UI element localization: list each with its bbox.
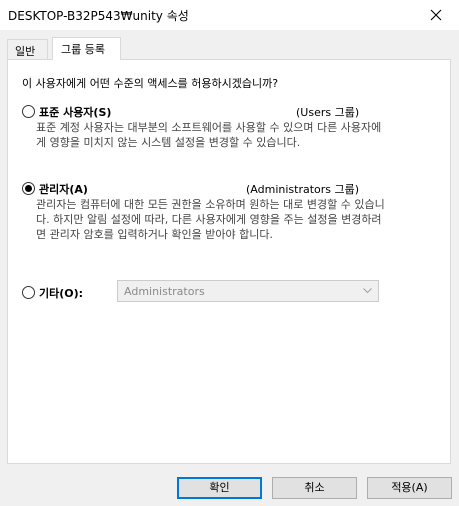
apply-button[interactable]: 적용(A) xyxy=(367,477,452,499)
other-group-select-value: Administrators xyxy=(124,285,205,298)
tab-bar: 일반 그룹 등록 xyxy=(0,30,459,60)
tab-group-membership[interactable]: 그룹 등록 xyxy=(52,37,121,60)
cancel-button[interactable]: 취소 xyxy=(272,477,357,499)
window-title: DESKTOP-B32P543₩unity 속성 xyxy=(8,9,189,23)
title-bar: DESKTOP-B32P543₩unity 속성 xyxy=(0,0,459,30)
chevron-down-icon xyxy=(363,288,372,294)
standard-user-label[interactable]: 표준 사용자(S) xyxy=(39,104,111,120)
administrators-group-label: (Administrators 그룹) xyxy=(246,183,360,196)
access-level-question: 이 사용자에게 어떤 수준의 액세스를 허용하시겠습니까? xyxy=(22,77,279,90)
administrator-label[interactable]: 관리자(A) xyxy=(39,181,88,197)
administrator-radio[interactable] xyxy=(22,182,35,195)
tab-general[interactable]: 일반 xyxy=(7,39,48,59)
other-label[interactable]: 기타(O): xyxy=(39,285,83,301)
other-group-select[interactable]: Administrators xyxy=(117,280,379,302)
close-icon xyxy=(430,9,442,21)
ok-button[interactable]: 확인 xyxy=(177,477,262,499)
users-group-label: (Users 그룹) xyxy=(296,106,360,119)
standard-user-description: 표준 계정 사용자는 대부분의 소프트웨어를 사용할 수 있으며 다른 사용자에… xyxy=(36,121,382,149)
close-button[interactable] xyxy=(413,0,459,30)
other-radio[interactable] xyxy=(22,286,35,299)
group-membership-panel: 이 사용자에게 어떤 수준의 액세스를 허용하시겠습니까? 표준 사용자(S) … xyxy=(7,59,451,464)
administrator-description: 관리자는 컴퓨터에 대한 모든 권한을 소유하며 원하는 대로 변경할 수 있습… xyxy=(36,198,385,241)
standard-user-radio[interactable] xyxy=(22,105,35,118)
